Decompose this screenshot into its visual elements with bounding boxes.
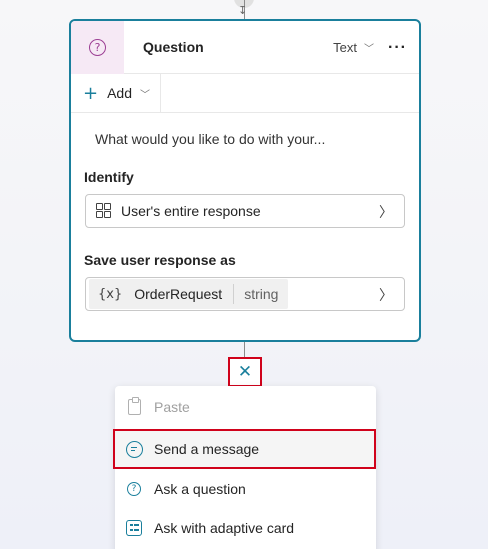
add-node-menu: Paste Send a message ? Ask a question As…: [113, 386, 376, 549]
question-node-card[interactable]: ? Question Text ﹀ ··· + Add ﹀ What would…: [69, 19, 421, 342]
menu-item-paste[interactable]: Paste: [115, 387, 376, 427]
add-button[interactable]: + Add ﹀: [71, 73, 162, 113]
more-options-button[interactable]: ···: [388, 39, 407, 57]
chevron-down-icon: ﹀: [364, 44, 375, 55]
response-type-dropdown[interactable]: Text ﹀: [333, 40, 374, 55]
chevron-right-icon: 〉: [379, 288, 393, 304]
response-type-label: Text: [333, 40, 358, 55]
menu-item-label: Paste: [154, 399, 190, 415]
menu-item-send-message[interactable]: Send a message: [113, 429, 376, 469]
question-icon: ?: [127, 482, 141, 496]
chat-icon: [125, 440, 143, 458]
connector-line-middle: [244, 342, 245, 358]
paste-icon: [127, 397, 141, 415]
variable-icon: {x}: [98, 286, 123, 302]
menu-item-adaptive-card[interactable]: Ask with adaptive card: [115, 508, 376, 548]
identify-field[interactable]: User's entire response 〉: [85, 194, 405, 228]
entity-icon: [96, 203, 112, 219]
add-label: Add: [107, 85, 133, 101]
card-title: Question: [143, 39, 204, 55]
menu-item-label: Send a message: [154, 441, 260, 457]
question-icon-box: ?: [71, 21, 124, 74]
menu-item-label: Ask a question: [154, 481, 246, 497]
identify-label: Identify: [84, 169, 134, 185]
identify-value: User's entire response: [121, 203, 261, 219]
chevron-down-icon: ﹀: [140, 89, 151, 101]
question-prompt-text[interactable]: What would you like to do with your...: [71, 113, 419, 169]
save-variable-field[interactable]: {x} OrderRequest string 〉: [85, 277, 405, 311]
plus-icon: +: [83, 82, 99, 104]
variable-type: string: [244, 286, 279, 302]
menu-item-ask-question[interactable]: ? Ask a question: [115, 469, 376, 509]
card-header: ? Question Text ﹀ ···: [71, 21, 419, 74]
question-icon: ?: [89, 38, 106, 56]
save-response-label: Save user response as: [84, 252, 236, 268]
adaptive-card-icon: [126, 520, 142, 536]
close-add-node-button[interactable]: ✕: [228, 357, 262, 387]
close-icon: ✕: [237, 362, 253, 382]
variable-name: OrderRequest: [130, 284, 235, 304]
arrow-down-icon: ↧: [238, 4, 248, 17]
variable-chip[interactable]: {x} OrderRequest string: [89, 279, 289, 309]
menu-item-label: Ask with adaptive card: [154, 520, 295, 536]
chevron-right-icon: 〉: [379, 205, 393, 221]
